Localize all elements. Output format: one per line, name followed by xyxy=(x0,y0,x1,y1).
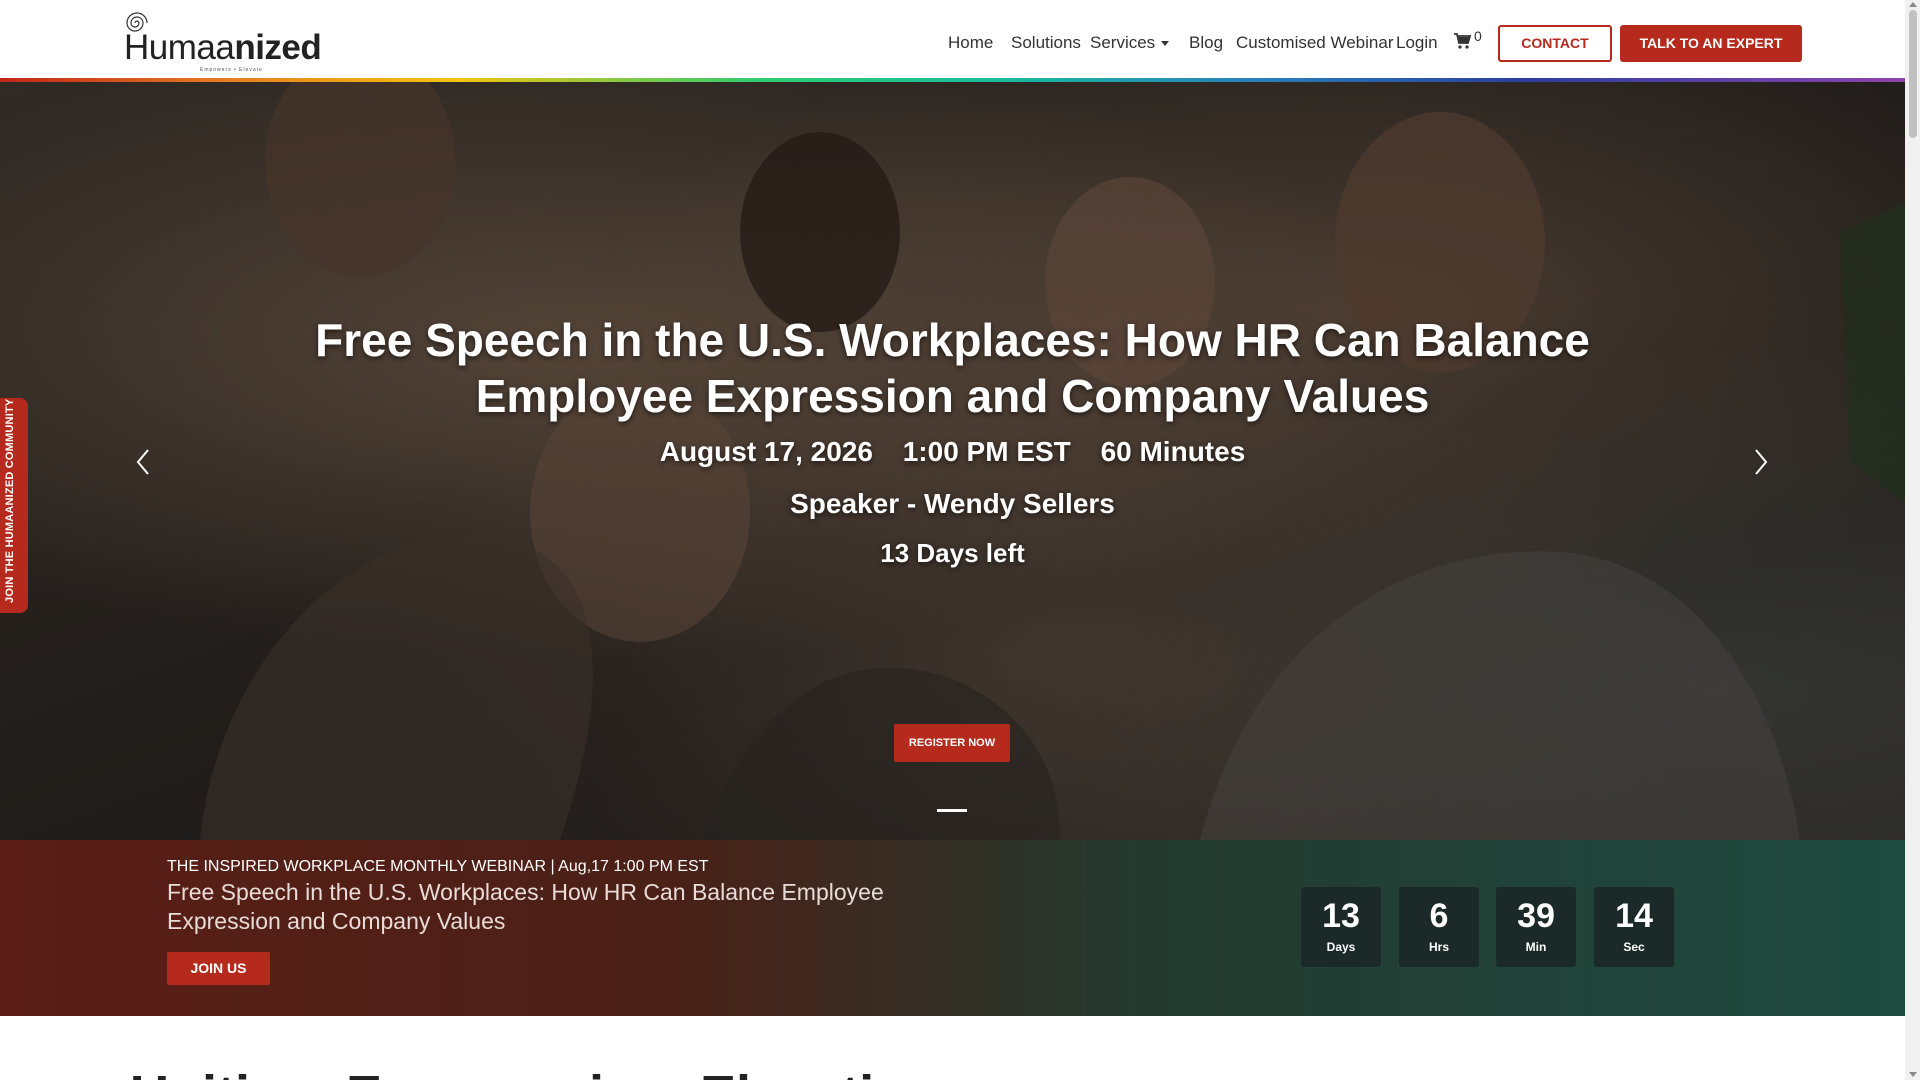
hero-speaker: Speaker - Wendy Sellers xyxy=(790,488,1115,519)
hero-days-left: 13 Days left xyxy=(880,538,1025,568)
countdown-days-label: Days xyxy=(1326,940,1356,954)
countdown-hours: 6 Hrs xyxy=(1399,887,1479,967)
countdown-minutes-label: Min xyxy=(1525,940,1547,954)
next-section: Uniting, Empowering, Elevating xyxy=(0,1016,1905,1080)
header-color-rule xyxy=(0,78,1905,82)
carousel-indicator-active[interactable] xyxy=(937,809,967,812)
scroll-down-arrow-icon[interactable] xyxy=(1909,1072,1917,1077)
next-section-heading: Uniting, Empowering, Elevating xyxy=(130,1064,940,1080)
nav-login[interactable]: Login xyxy=(1396,33,1438,53)
cart-count-badge: 0 xyxy=(1474,28,1482,44)
countdown-seconds: 14 Sec xyxy=(1594,887,1674,967)
cart-button[interactable]: 0 xyxy=(1453,28,1482,55)
scroll-up-arrow-icon[interactable] xyxy=(1909,2,1917,7)
hero-event-meta: August 17, 2026 1:00 PM EST 60 Minutes xyxy=(0,436,1905,468)
join-community-side-tab[interactable]: JOIN THE HUMAANIZED COMMUNITY xyxy=(0,398,28,613)
nav-solutions[interactable]: Solutions xyxy=(1011,33,1081,53)
nav-customised-webinar[interactable]: Customised Webinar xyxy=(1236,33,1393,53)
scrollbar-thumb[interactable] xyxy=(1909,10,1917,138)
site-logo[interactable]: Humaanized Empowers • Elevate xyxy=(122,10,332,73)
nav-services[interactable]: Services xyxy=(1090,33,1170,53)
chevron-left-icon xyxy=(136,449,149,475)
logo-wordmark-light: Humaa xyxy=(124,28,235,67)
nav-blog[interactable]: Blog xyxy=(1189,33,1223,53)
logo-wordmark: Humaanized xyxy=(124,28,322,68)
countdown-days-value: 13 xyxy=(1322,897,1360,935)
carousel-next-button[interactable] xyxy=(1746,442,1776,482)
logo-wordmark-bold: nized xyxy=(234,28,322,67)
hero-event-date: August 17, 2026 xyxy=(659,436,873,467)
talk-to-expert-button[interactable]: TALK TO AN EXPERT xyxy=(1620,25,1802,62)
page-scrollbar[interactable] xyxy=(1905,0,1920,1080)
hero-carousel: Free Speech in the U.S. Workplaces: How … xyxy=(0,82,1905,840)
hero-event-time: 1:00 PM EST xyxy=(902,436,1071,467)
carousel-prev-button[interactable] xyxy=(128,442,158,482)
countdown-minutes-value: 39 xyxy=(1517,897,1555,935)
main-nav: Home Solutions Services Blog Customised … xyxy=(905,0,1905,86)
register-now-button[interactable]: REGISTER NOW xyxy=(894,724,1010,762)
logo-tagline: Empowers • Elevate xyxy=(200,67,263,73)
contact-button[interactable]: CONTACT xyxy=(1498,25,1612,62)
countdown-seconds-value: 14 xyxy=(1615,897,1653,935)
site-header: Humaanized Empowers • Elevate Home Solut… xyxy=(0,0,1905,80)
hero-title: Free Speech in the U.S. Workplaces: How … xyxy=(315,314,1590,422)
countdown-seconds-label: Sec xyxy=(1623,940,1645,954)
join-community-label: JOIN THE HUMAANIZED COMMUNITY xyxy=(4,398,16,603)
countdown-days: 13 Days xyxy=(1301,887,1381,967)
countdown-hours-label: Hrs xyxy=(1428,940,1449,954)
nav-services-label: Services xyxy=(1090,33,1156,52)
countdown-minutes: 39 Min xyxy=(1496,887,1576,967)
cart-icon xyxy=(1454,33,1472,49)
chevron-right-icon xyxy=(1755,449,1768,475)
chevron-down-icon xyxy=(1161,41,1170,47)
countdown-hours-value: 6 xyxy=(1429,897,1449,935)
nav-home[interactable]: Home xyxy=(948,33,993,53)
banner-title: Free Speech in the U.S. Workplaces: How … xyxy=(167,879,884,934)
webinar-countdown-banner: THE INSPIRED WORKPLACE MONTHLY WEBINAR |… xyxy=(0,840,1905,1016)
hero-event-duration: 60 Minutes xyxy=(1100,436,1246,467)
banner-kicker: THE INSPIRED WORKPLACE MONTHLY WEBINAR |… xyxy=(167,858,709,875)
join-us-button[interactable]: JOIN US xyxy=(167,952,270,985)
